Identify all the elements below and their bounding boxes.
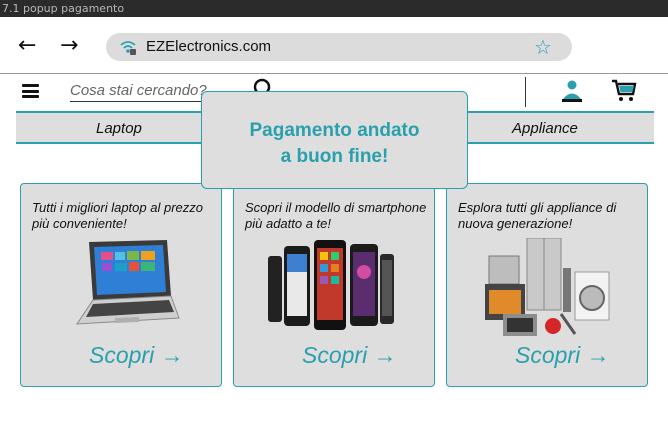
category-appliance[interactable]: Appliance bbox=[512, 120, 578, 137]
site-settings-icon[interactable] bbox=[118, 38, 138, 56]
discover-button[interactable]: Scopri → bbox=[515, 342, 610, 369]
product-card-appliance[interactable]: Esplora tutti gli appliance di nuova gen… bbox=[446, 183, 648, 387]
card-description: Esplora tutti gli appliance di nuova gen… bbox=[458, 200, 617, 231]
browser-bar: ← → EZElectronics.com ☆ bbox=[0, 17, 668, 73]
url-text: EZElectronics.com bbox=[146, 38, 272, 55]
card-description: Scopri il modello di smartphone più adat… bbox=[245, 200, 427, 231]
category-laptop[interactable]: Laptop bbox=[96, 120, 142, 137]
frame-label: 7.1 popup pagamento bbox=[0, 0, 668, 17]
search-input[interactable]: Cosa stai cercando? bbox=[70, 82, 207, 99]
discover-button[interactable]: Scopri → bbox=[89, 342, 184, 369]
search-underline bbox=[70, 101, 220, 102]
popup-message-line-2: a buon fine! bbox=[280, 146, 389, 167]
product-card-laptop[interactable]: Tutti i migliori laptop al prezzo più co… bbox=[20, 183, 222, 387]
forward-arrow-icon[interactable]: → bbox=[60, 35, 78, 57]
popup-message-line-1: Pagamento andato bbox=[249, 120, 420, 141]
user-icon[interactable] bbox=[561, 79, 583, 103]
appliances-image bbox=[485, 238, 610, 336]
laptop-image bbox=[76, 240, 180, 325]
menu-icon[interactable] bbox=[22, 84, 39, 98]
smartphones-image bbox=[268, 240, 394, 330]
product-card-smartphone[interactable]: Scopri il modello di smartphone più adat… bbox=[233, 183, 435, 387]
header-divider bbox=[525, 77, 526, 107]
address-bar[interactable]: EZElectronics.com ☆ bbox=[106, 33, 572, 61]
cart-icon[interactable] bbox=[611, 79, 637, 103]
discover-button[interactable]: Scopri → bbox=[302, 342, 397, 369]
bookmark-star-icon[interactable]: ☆ bbox=[534, 35, 552, 59]
back-arrow-icon[interactable]: ← bbox=[18, 35, 36, 57]
card-description: Tutti i migliori laptop al prezzo più co… bbox=[32, 200, 203, 231]
payment-success-popup: Pagamento andato a buon fine! bbox=[201, 91, 468, 189]
